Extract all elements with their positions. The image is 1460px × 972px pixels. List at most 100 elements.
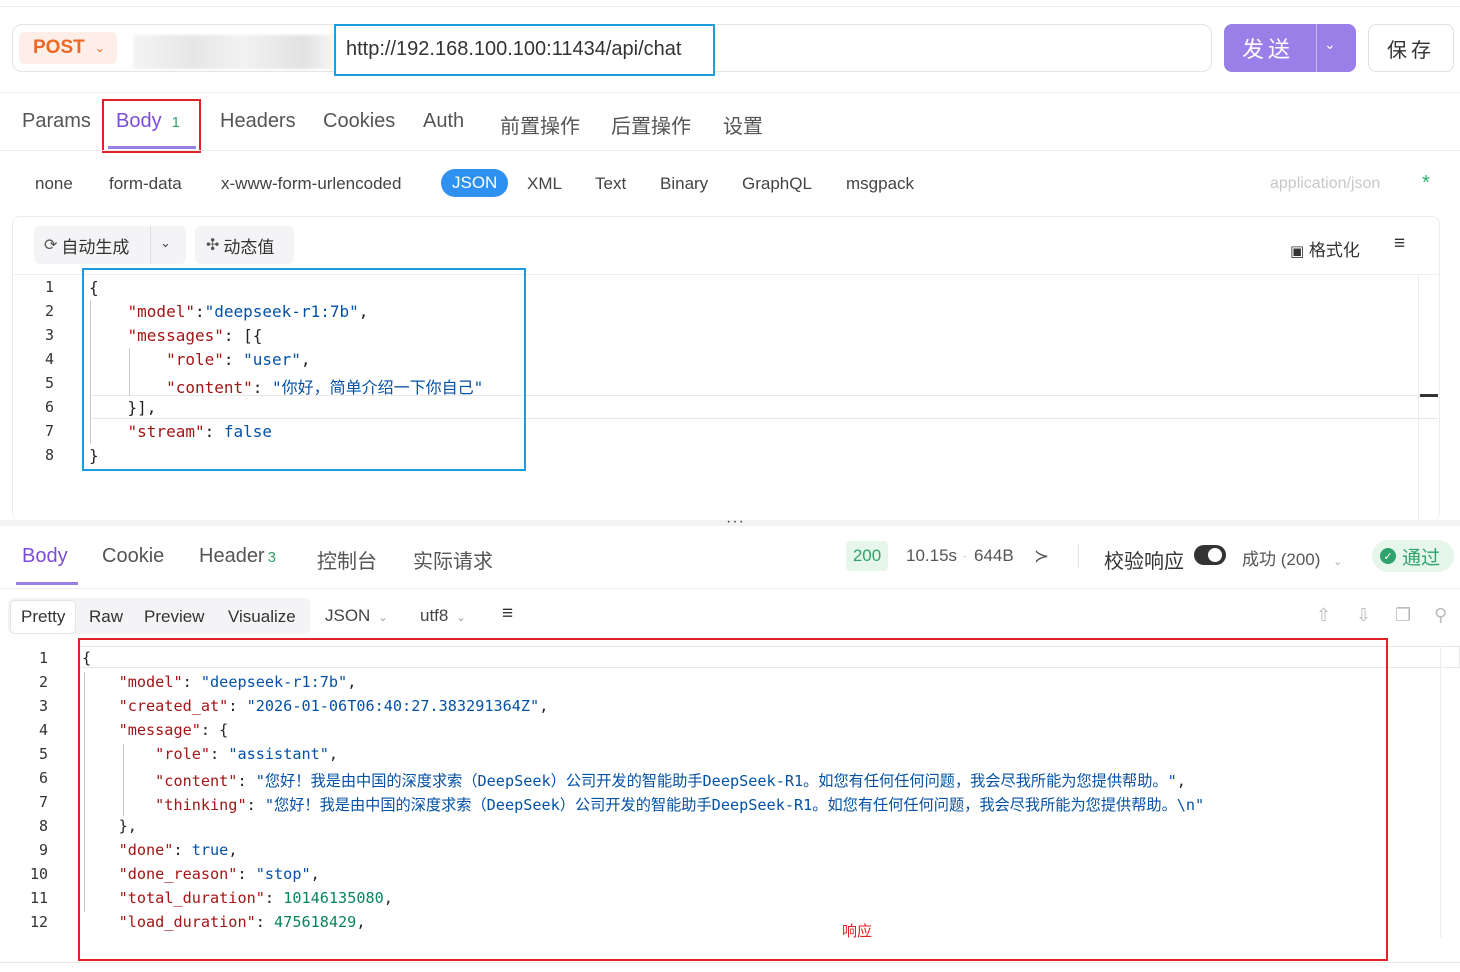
- send-label: 发送: [1242, 37, 1295, 62]
- url-text: http://192.168.100.100:11434/api/chat: [346, 38, 682, 60]
- tab-label: Headers: [220, 110, 296, 132]
- response-body-tab-underline: [16, 582, 78, 585]
- line-number: 4: [38, 721, 48, 739]
- tab-label: 前置操作: [500, 116, 580, 138]
- format-label: 格式化: [1308, 241, 1360, 260]
- drag-handle-icon[interactable]: ···: [726, 513, 745, 531]
- chevron-down-icon: ⌄: [94, 41, 105, 55]
- chevron-down-icon: ⌄: [456, 612, 466, 624]
- body-tab-highlight: [102, 99, 201, 153]
- download-icon[interactable]: ⇩: [1356, 605, 1371, 626]
- response-body-highlight: [78, 638, 1388, 961]
- copy-icon[interactable]: ❐: [1395, 605, 1411, 626]
- response-time: 10.15s: [906, 546, 958, 565]
- result-select[interactable]: 成功 (200) ⌄: [1242, 545, 1342, 570]
- body-type-xml[interactable]: XML: [527, 174, 562, 194]
- share-icon[interactable]: ≻: [1034, 546, 1049, 567]
- tab-headers[interactable]: Headers: [220, 110, 296, 133]
- body-type-msgpack[interactable]: msgpack: [846, 174, 914, 194]
- response-tab-0[interactable]: Body: [22, 545, 68, 568]
- tab-label: 实际请求: [413, 551, 493, 573]
- format-select-value: JSON: [325, 606, 371, 625]
- dynamic-value-button[interactable]: ✣ 动态值: [195, 226, 294, 264]
- view-mode-pretty[interactable]: Pretty: [10, 600, 77, 634]
- top-divider: [0, 6, 1460, 7]
- response-tab-2[interactable]: Header 3: [199, 545, 276, 568]
- pass-badge: ✓ 通过: [1372, 540, 1454, 572]
- tab-label: Auth: [423, 110, 465, 132]
- pass-label: 通过: [1402, 547, 1441, 569]
- method-label: POST: [33, 37, 85, 58]
- auto-generate-button[interactable]: ⟳ 自动生成 ⌄: [34, 226, 186, 264]
- validate-response-label: 校验响应: [1104, 551, 1184, 573]
- line-number: 9: [38, 841, 48, 859]
- body-type-json[interactable]: JSON: [441, 169, 509, 197]
- body-type-x-www-form-urlencoded[interactable]: x-www-form-urlencoded: [221, 174, 401, 194]
- auto-generate-label: 自动生成: [61, 237, 130, 257]
- line-number: 1: [44, 278, 54, 296]
- content-type-label: application/json: [1270, 175, 1381, 192]
- meta-dot: ·: [962, 546, 968, 565]
- tab-label: Cookies: [323, 110, 396, 132]
- line-number: 2: [38, 673, 48, 691]
- divider: [0, 92, 1460, 93]
- line-number: 12: [29, 913, 48, 931]
- save-button[interactable]: 保存: [1368, 24, 1454, 72]
- divider: [1078, 544, 1079, 568]
- body-type-graphql[interactable]: GraphQL: [742, 174, 812, 194]
- tab-label: Body: [22, 545, 68, 567]
- line-number: 4: [44, 350, 54, 368]
- encoding-select[interactable]: utf8 ⌄: [420, 606, 466, 626]
- body-type-text[interactable]: Text: [595, 174, 626, 194]
- line-number: 7: [44, 422, 54, 440]
- line-number: 6: [38, 769, 48, 787]
- tab-auth[interactable]: Auth: [423, 110, 464, 133]
- method-select[interactable]: POST ⌄: [19, 32, 117, 64]
- redacted-environment: [133, 35, 333, 69]
- tab-设置[interactable]: 设置: [723, 110, 763, 139]
- search-icon[interactable]: ⚲: [1434, 605, 1447, 626]
- format-select[interactable]: JSON ⌄: [325, 606, 388, 626]
- tab-label: Params: [22, 110, 91, 132]
- chevron-down-icon[interactable]: ⌄: [160, 235, 171, 251]
- refresh-icon: ⟳: [44, 237, 58, 254]
- chevron-down-icon: ⌄: [378, 612, 388, 624]
- body-type-form-data[interactable]: form-data: [109, 174, 182, 194]
- upload-icon[interactable]: ⇧: [1316, 605, 1331, 626]
- url-input[interactable]: http://192.168.100.100:11434/api/chat: [334, 24, 715, 76]
- body-type-binary[interactable]: Binary: [660, 174, 708, 194]
- body-type-none[interactable]: none: [35, 174, 73, 194]
- response-tab-1[interactable]: Cookie: [102, 545, 164, 568]
- dynamic-value-label: 动态值: [223, 237, 275, 257]
- line-number: 11: [29, 889, 48, 907]
- send-button[interactable]: 发送 ⌄: [1224, 24, 1356, 72]
- status-code-badge: 200: [846, 541, 888, 571]
- tab-cookies[interactable]: Cookies: [323, 110, 395, 133]
- tab-params[interactable]: Params: [22, 110, 91, 133]
- response-scrollbar[interactable]: [1440, 646, 1441, 938]
- response-annotation: 响应: [842, 923, 873, 940]
- send-separator: [1316, 24, 1317, 72]
- line-number: 1: [38, 649, 48, 667]
- format-button[interactable]: ▣ 格式化: [1290, 236, 1360, 261]
- line-number: 7: [38, 793, 48, 811]
- view-mode-raw[interactable]: Raw: [89, 607, 123, 627]
- tab-label: Cookie: [102, 545, 165, 567]
- line-number: 2: [44, 302, 54, 320]
- line-number: 8: [38, 817, 48, 835]
- tab-前置操作[interactable]: 前置操作: [500, 110, 580, 139]
- bottom-divider: [0, 962, 1460, 963]
- validate-response-toggle[interactable]: [1194, 545, 1226, 565]
- send-dropdown-chevron-icon[interactable]: ⌄: [1324, 36, 1336, 53]
- tab-后置操作[interactable]: 后置操作: [611, 110, 691, 139]
- wrap-lines-icon[interactable]: ≡: [1394, 233, 1405, 255]
- response-tab-3[interactable]: 控制台: [317, 545, 377, 574]
- editor-scrollbar[interactable]: [1418, 276, 1419, 521]
- response-size: 644B: [974, 546, 1014, 565]
- view-mode-visualize[interactable]: Visualize: [228, 607, 296, 627]
- line-number: 5: [38, 745, 48, 763]
- wrap-lines-icon[interactable]: ≡: [502, 603, 513, 625]
- view-mode-preview[interactable]: Preview: [144, 607, 204, 627]
- tab-label: 后置操作: [611, 116, 691, 138]
- response-tab-4[interactable]: 实际请求: [413, 545, 493, 574]
